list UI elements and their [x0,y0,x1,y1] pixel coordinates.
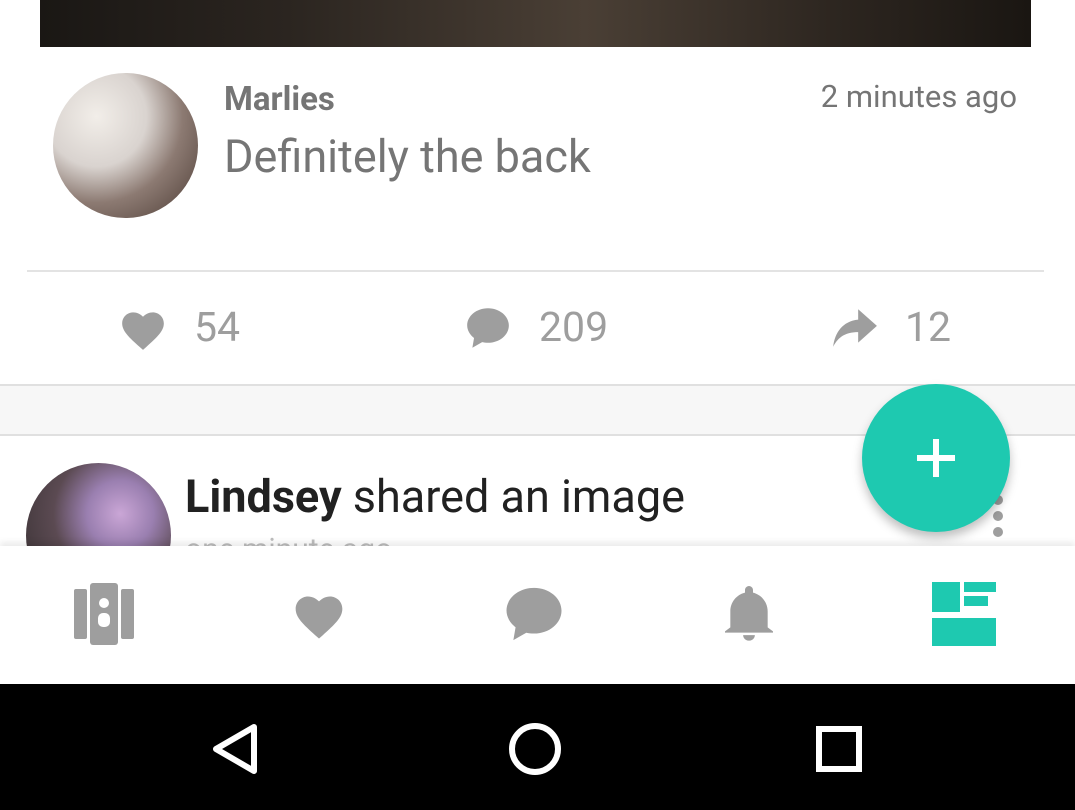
system-back-button[interactable] [200,714,270,784]
post-image[interactable] [40,0,1031,47]
bottom-navigation [0,546,1075,684]
heart-icon [295,596,343,639]
plus-icon [917,439,955,477]
commenter-avatar[interactable] [53,73,198,218]
heart-icon [122,312,164,350]
post-author[interactable]: Lindsey [185,470,342,523]
share-button[interactable]: 12 [829,296,951,360]
add-post-button[interactable] [862,384,1010,532]
like-count: 54 [194,304,241,352]
feed-icon [932,582,996,646]
bell-icon [725,586,773,641]
recents-square-icon [816,726,862,772]
home-circle-icon [509,723,561,775]
post-action-text: shared an image [341,470,685,523]
system-navigation-bar [0,684,1075,810]
chat-bubble-icon [467,308,509,348]
chat-bubble-icon [506,587,562,641]
nav-contacts[interactable] [64,579,144,649]
comment-timestamp: 2 minutes ago [820,78,1017,115]
nav-favorites[interactable] [279,579,359,649]
nav-feed[interactable] [924,579,1004,649]
divider [27,270,1044,272]
comment-author[interactable]: Marlies [224,80,335,119]
comment-count: 209 [539,304,609,352]
post-header: Lindsey shared an image [185,470,685,523]
contacts-book-icon [74,583,134,645]
comment-button[interactable]: 209 [463,296,608,360]
nav-notifications[interactable] [709,579,789,649]
back-triangle-icon [213,724,257,774]
nav-messages[interactable] [494,579,574,649]
post-timestamp: one minute ago [185,532,392,546]
share-count: 12 [905,304,952,352]
system-home-button[interactable] [500,714,570,784]
comment-text: Definitely the back [224,130,591,183]
share-arrow-icon [833,309,877,347]
like-button[interactable]: 54 [118,296,240,360]
system-recents-button[interactable] [804,714,874,784]
